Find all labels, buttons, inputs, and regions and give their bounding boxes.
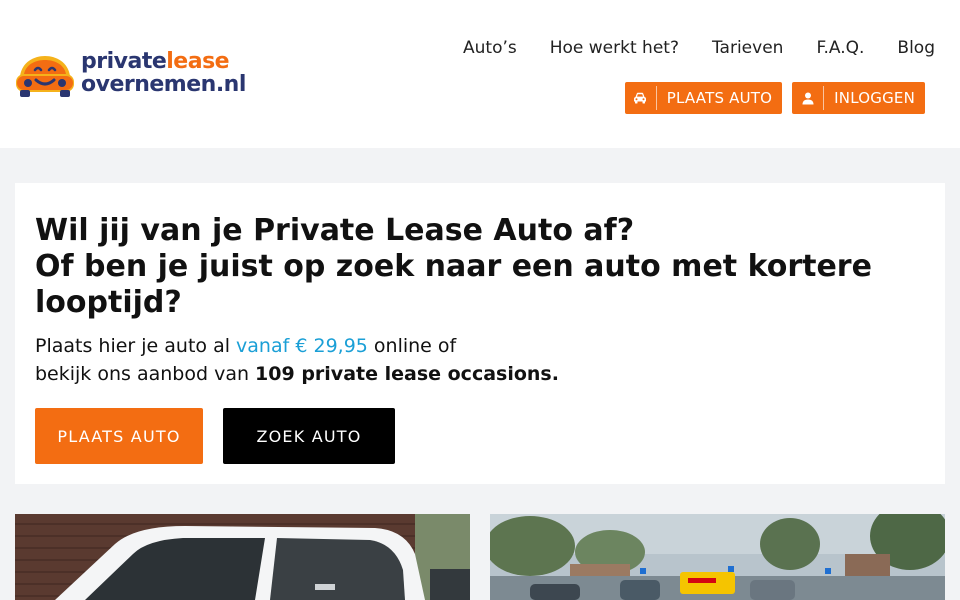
site-header: privatelease overnemen.nl Auto’s Hoe wer… [0,0,960,148]
site-logo[interactable]: privatelease overnemen.nl [14,50,254,100]
place-car-button[interactable]: PLAATS AUTO [35,408,203,464]
logo-word-private: private [81,49,167,74]
header-actions: PLAATS AUTO INLOGGEN [624,82,925,114]
logo-word-lease: lease [166,49,230,74]
smiling-car-logo-icon [16,56,74,97]
hero-panel: Wil jij van je Private Lease Auto af? Of… [15,183,945,484]
logo-line-1: privatelease [81,50,246,73]
nav-item-faq[interactable]: F.A.Q. [816,36,864,60]
hero-lead-part-2: online of [367,335,457,357]
hero-lead-text: Plaats hier je auto al vanaf € 29,95 onl… [35,332,559,388]
nav-item-autos[interactable]: Auto’s [463,36,517,60]
car-listing-photo-parking-lot[interactable] [490,514,945,600]
user-icon [792,86,825,110]
header-place-car-button[interactable]: PLAATS AUTO [624,82,783,114]
header-login-button[interactable]: INLOGGEN [792,82,925,114]
hero-lead-price: vanaf € 29,95 [236,335,368,357]
search-car-button[interactable]: ZOEK AUTO [223,408,395,464]
hero-title: Wil jij van je Private Lease Auto af? Of… [35,213,915,321]
van-photo-image [15,514,470,600]
hero-title-line-1: Wil jij van je Private Lease Auto af? [35,213,635,248]
header-place-car-label: PLAATS AUTO [666,89,773,107]
main-navigation: Auto’s Hoe werkt het? Tarieven F.A.Q. Bl… [430,36,935,60]
hero-lead-part-1: Plaats hier je auto al [35,335,237,357]
header-login-label: INLOGGEN [834,89,915,107]
hero-lead-occasions: 109 private lease occasions. [255,363,559,385]
nav-item-how-it-works[interactable]: Hoe werkt het? [550,36,679,60]
nav-item-blog[interactable]: Blog [897,36,935,60]
car-listing-photo-van[interactable] [15,514,470,600]
hero-lead-part-3: bekijk ons aanbod van [35,363,256,385]
car-icon [625,86,657,110]
hero-title-line-2: Of ben je juist op zoek naar een auto me… [35,249,872,320]
logo-line-2: overnemen.nl [81,72,246,97]
parking-lot-photo-image [490,514,945,600]
logo-wordmark: privatelease overnemen.nl [81,50,246,96]
nav-item-rates[interactable]: Tarieven [712,36,783,60]
hero-cta-group: PLAATS AUTO ZOEK AUTO [35,408,395,464]
